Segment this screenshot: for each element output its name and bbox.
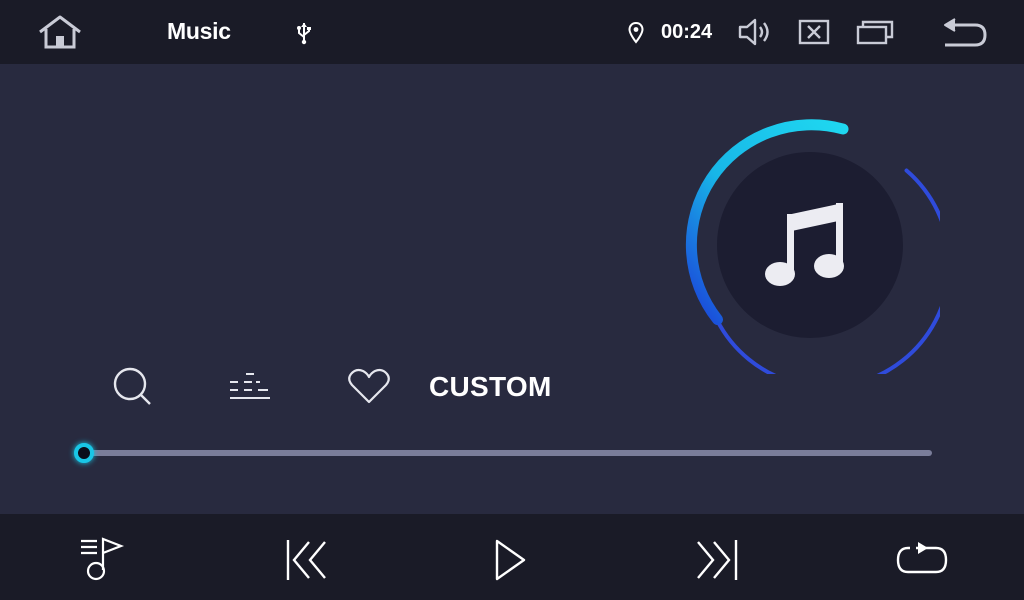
recent-apps-icon xyxy=(856,20,894,45)
play-button[interactable] xyxy=(492,538,532,582)
album-art xyxy=(680,114,940,374)
heart-icon xyxy=(348,368,390,404)
skip-previous-icon xyxy=(286,540,326,580)
back-button[interactable] xyxy=(938,14,990,50)
search-button[interactable] xyxy=(110,364,156,408)
progress-thumb[interactable] xyxy=(74,443,94,463)
play-icon xyxy=(495,539,526,581)
usb-icon xyxy=(297,23,311,45)
next-button[interactable] xyxy=(694,538,740,582)
equalizer-button[interactable] xyxy=(226,370,274,404)
usb-indicator xyxy=(294,20,314,46)
clock: 00:24 xyxy=(661,21,713,43)
equalizer-icon xyxy=(230,373,270,399)
location-indicator xyxy=(626,21,646,45)
back-icon xyxy=(944,18,987,47)
close-app-button[interactable] xyxy=(796,16,832,48)
close-icon xyxy=(798,19,830,45)
playlist-button[interactable] xyxy=(78,536,126,584)
search-icon xyxy=(113,367,151,405)
progress-track[interactable] xyxy=(84,450,932,456)
home-icon xyxy=(39,15,81,49)
previous-button[interactable] xyxy=(284,538,330,582)
repeat-button[interactable] xyxy=(894,540,950,580)
volume-icon xyxy=(738,18,769,46)
home-button[interactable] xyxy=(34,12,86,52)
eq-preset-label[interactable]: CUSTOM xyxy=(429,371,552,403)
location-pin-icon xyxy=(628,22,644,44)
playlist-icon xyxy=(81,537,125,581)
status-bar: Music 00:24 xyxy=(0,0,1024,64)
page-title: Music xyxy=(167,18,231,44)
recent-apps-button[interactable] xyxy=(855,16,895,48)
repeat-icon xyxy=(896,542,948,574)
favorite-button[interactable] xyxy=(346,366,392,406)
album-disc xyxy=(717,152,903,338)
transport-bar xyxy=(0,514,1024,600)
volume-button[interactable] xyxy=(736,14,774,50)
skip-next-icon xyxy=(697,540,738,580)
